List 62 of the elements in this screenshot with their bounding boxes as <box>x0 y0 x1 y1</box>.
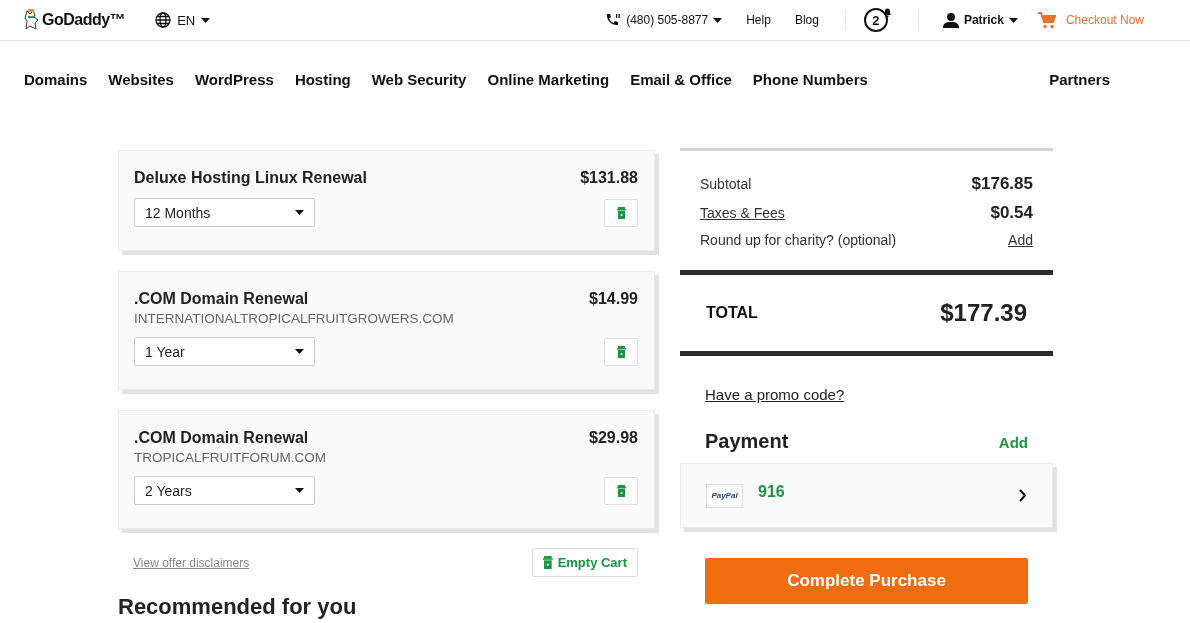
mascot-icon <box>24 9 40 31</box>
nav-link[interactable]: WordPress <box>194 70 274 88</box>
caret-icon <box>1008 17 1018 23</box>
taxes-amount: $0.54 <box>990 203 1033 223</box>
globe-icon <box>155 12 172 28</box>
charity-add-link[interactable]: Add <box>1008 232 1033 248</box>
subtotal-amount: $176.85 <box>971 174 1033 194</box>
nav-link[interactable]: Web Security <box>371 70 467 88</box>
caret-icon <box>295 488 304 493</box>
nav-link[interactable]: Partners <box>1049 70 1110 88</box>
empty-cart-button[interactable]: Empty Cart <box>531 548 638 577</box>
header-link[interactable]: Help <box>746 13 771 27</box>
term-dropdown[interactable]: 1 Year <box>134 337 315 366</box>
promo-code-link[interactable]: Have a promo code? <box>705 386 1053 403</box>
remove-button[interactable] <box>604 338 638 366</box>
total-label: TOTAL <box>706 304 758 322</box>
header-link[interactable]: Blog <box>794 13 819 27</box>
payment-heading: Payment <box>705 430 789 453</box>
payment-account: 916 <box>758 482 785 501</box>
nav-link[interactable]: Phone Numbers <box>752 70 868 88</box>
account-menu[interactable]: Patrick <box>942 12 1018 28</box>
paypal-logo: PayPal <box>706 483 743 508</box>
remove-button[interactable] <box>604 199 638 227</box>
charity-label: Round up for charity? (optional) <box>700 232 897 248</box>
trash-icon <box>616 346 626 358</box>
caret-icon <box>295 210 304 215</box>
trash-icon <box>616 485 626 497</box>
nav-link[interactable]: Domains <box>24 70 88 88</box>
item-price: $29.98 <box>589 429 638 447</box>
caret-icon <box>201 17 211 23</box>
product-name: .COM Domain Renewal <box>134 429 310 447</box>
total-amount: $177.39 <box>940 299 1027 327</box>
domain-name: TROPICALFRUITFORUM.COM <box>134 450 326 465</box>
product-name: .COM Domain Renewal <box>134 290 310 308</box>
chevron-right-icon <box>1019 489 1027 502</box>
caret-icon <box>713 17 723 23</box>
term-dropdown[interactable]: 12 Months <box>134 198 315 227</box>
taxes-link[interactable]: Taxes & Fees <box>700 205 785 221</box>
domain-name: INTERNATIONALTROPICALFRUITGROWERS.COM <box>134 311 454 326</box>
nav-link[interactable]: Hosting <box>294 70 351 88</box>
phone-icon <box>605 12 622 28</box>
subtotal-label: Subtotal <box>700 176 752 192</box>
product-name: Deluxe Hosting Linux Renewal <box>134 169 367 187</box>
add-payment-link[interactable]: Add <box>998 434 1028 451</box>
user-icon <box>942 12 959 28</box>
trash-icon <box>616 207 626 219</box>
caret-icon <box>295 349 304 354</box>
language-selector[interactable]: EN <box>155 12 211 28</box>
nav-link[interactable]: Email & Office <box>630 70 732 88</box>
nav-link[interactable]: Online Marketing <box>487 70 610 88</box>
logo[interactable]: GoDaddy™ <box>24 9 126 31</box>
term-dropdown[interactable]: 2 Years <box>134 476 315 505</box>
trash-icon <box>542 556 553 569</box>
section-heading: Recommended for you <box>118 595 358 619</box>
cart-icon <box>1037 11 1056 29</box>
remove-button[interactable] <box>604 477 638 505</box>
nav-link[interactable]: Websites <box>108 70 174 88</box>
item-price: $131.88 <box>580 169 638 187</box>
item-price: $14.99 <box>589 290 638 308</box>
logo-text: GoDaddy™ <box>42 11 126 29</box>
phone-link[interactable]: (480) 505-8877 <box>605 12 723 28</box>
disclaimers-link[interactable]: View offer disclaimers <box>133 555 250 570</box>
